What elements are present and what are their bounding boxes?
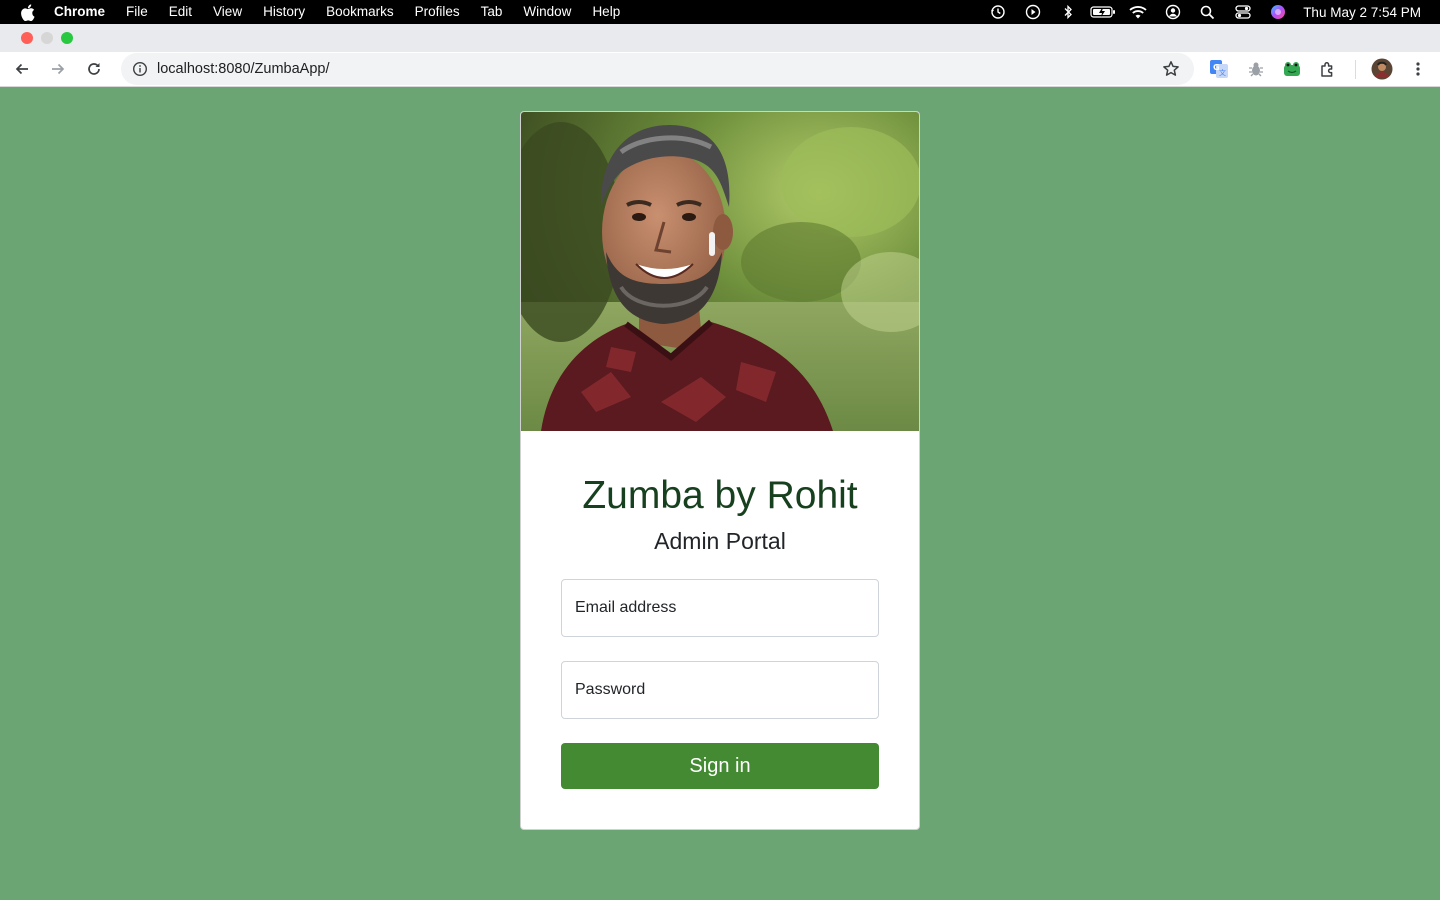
forward-icon[interactable] — [44, 55, 72, 83]
user-icon[interactable] — [1155, 0, 1190, 24]
page-viewport: Zumba by Rohit Admin Portal Email addres… — [0, 88, 1440, 900]
siri-icon[interactable] — [1260, 0, 1295, 24]
menu-history[interactable]: History — [253, 0, 316, 24]
back-icon[interactable] — [8, 55, 36, 83]
bluetooth-icon[interactable] — [1050, 0, 1085, 24]
svg-text:文: 文 — [1219, 68, 1226, 77]
sign-in-button[interactable]: Sign in — [561, 743, 879, 789]
reload-icon[interactable] — [80, 55, 108, 83]
profile-avatar[interactable] — [1369, 56, 1395, 82]
menu-file[interactable]: File — [116, 0, 159, 24]
battery-icon[interactable] — [1085, 0, 1120, 24]
password-field-placeholder: Password — [575, 681, 646, 698]
menu-profiles[interactable]: Profiles — [404, 0, 470, 24]
instructor-photo — [521, 112, 919, 431]
macos-menu-bar: Chrome File Edit View History Bookmarks … — [0, 0, 1440, 24]
bookmark-star-icon[interactable] — [1160, 58, 1182, 80]
menu-app-name[interactable]: Chrome — [54, 0, 116, 24]
menu-tab[interactable]: Tab — [470, 0, 513, 24]
menu-bookmarks[interactable]: Bookmarks — [316, 0, 405, 24]
menu-view[interactable]: View — [203, 0, 253, 24]
email-field-placeholder: Email address — [575, 599, 677, 616]
apple-icon[interactable] — [0, 0, 54, 24]
time-machine-icon[interactable] — [980, 0, 1015, 24]
puzzle-extensions-icon[interactable] — [1315, 56, 1341, 82]
wifi-icon[interactable] — [1120, 0, 1155, 24]
window-maximize-button[interactable] — [61, 32, 73, 44]
page-subtitle: Admin Portal — [654, 528, 786, 554]
spotlight-icon[interactable] — [1190, 0, 1225, 24]
window-minimize-button[interactable] — [41, 32, 53, 44]
address-bar-url[interactable]: localhost:8080/ZumbaApp/ — [157, 61, 330, 77]
login-card: Zumba by Rohit Admin Portal Email addres… — [520, 111, 920, 830]
address-bar[interactable]: localhost:8080/ZumbaApp/ — [121, 53, 1194, 85]
chrome-menu-icon[interactable] — [1405, 56, 1431, 82]
menu-window[interactable]: Window — [513, 0, 582, 24]
page-title: Zumba by Rohit — [582, 474, 858, 517]
play-icon[interactable] — [1015, 0, 1050, 24]
menu-edit[interactable]: Edit — [158, 0, 202, 24]
site-info-icon[interactable] — [123, 61, 157, 77]
browser-toolbar: localhost:8080/ZumbaApp/ G文 — [0, 52, 1440, 87]
translate-extension-icon[interactable]: G文 — [1206, 56, 1232, 82]
window-close-button[interactable] — [21, 32, 33, 44]
toolbar-divider — [1355, 60, 1356, 79]
password-field[interactable]: Password — [561, 661, 879, 719]
control-center-icon[interactable] — [1225, 0, 1260, 24]
bug-extension-icon[interactable] — [1243, 56, 1269, 82]
browser-tab-strip — [0, 24, 1440, 52]
menu-help[interactable]: Help — [582, 0, 631, 24]
frog-extension-icon[interactable] — [1279, 56, 1305, 82]
email-field[interactable]: Email address — [561, 579, 879, 637]
menubar-clock[interactable]: Thu May 2 7:54 PM — [1295, 5, 1440, 20]
